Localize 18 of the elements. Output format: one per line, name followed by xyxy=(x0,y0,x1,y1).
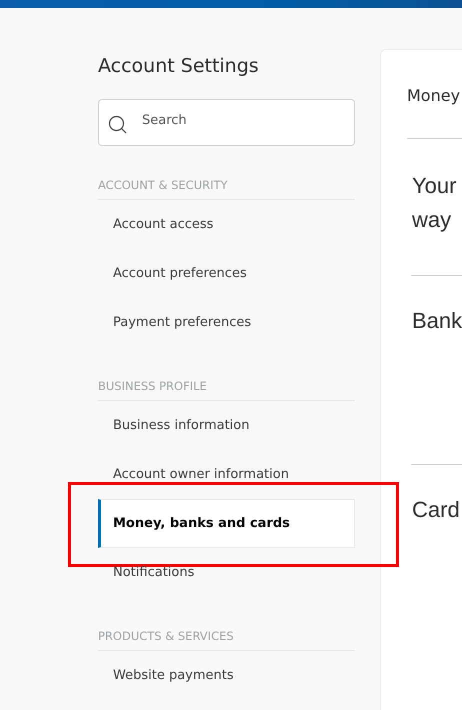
intro-text: Your xyxy=(412,172,458,200)
panel-title: Money xyxy=(407,86,462,105)
nav-item[interactable]: Notifications xyxy=(98,548,355,597)
section-heading: PRODUCTS & SERVICES xyxy=(98,629,355,651)
section-heading: BUSINESS PROFILE xyxy=(98,379,355,401)
nav-item[interactable]: Money, banks and cards xyxy=(98,499,355,548)
nav-item[interactable]: Website payments xyxy=(98,651,355,700)
search-field[interactable]: Search xyxy=(98,99,355,146)
nav-item[interactable]: Account owner information xyxy=(98,450,355,499)
section-heading: ACCOUNT & SECURITY xyxy=(98,178,355,200)
nav-item[interactable]: Account access xyxy=(98,200,355,249)
section-title: Bank xyxy=(411,307,462,335)
nav-item[interactable]: Business information xyxy=(98,401,355,450)
intro-text: way xyxy=(412,206,452,234)
sidebar-title: Account Settings xyxy=(98,54,260,79)
nav-item[interactable]: Account preferences xyxy=(98,249,355,298)
nav-item[interactable]: Payment preferences xyxy=(98,298,355,347)
section-title: Card xyxy=(411,496,461,524)
